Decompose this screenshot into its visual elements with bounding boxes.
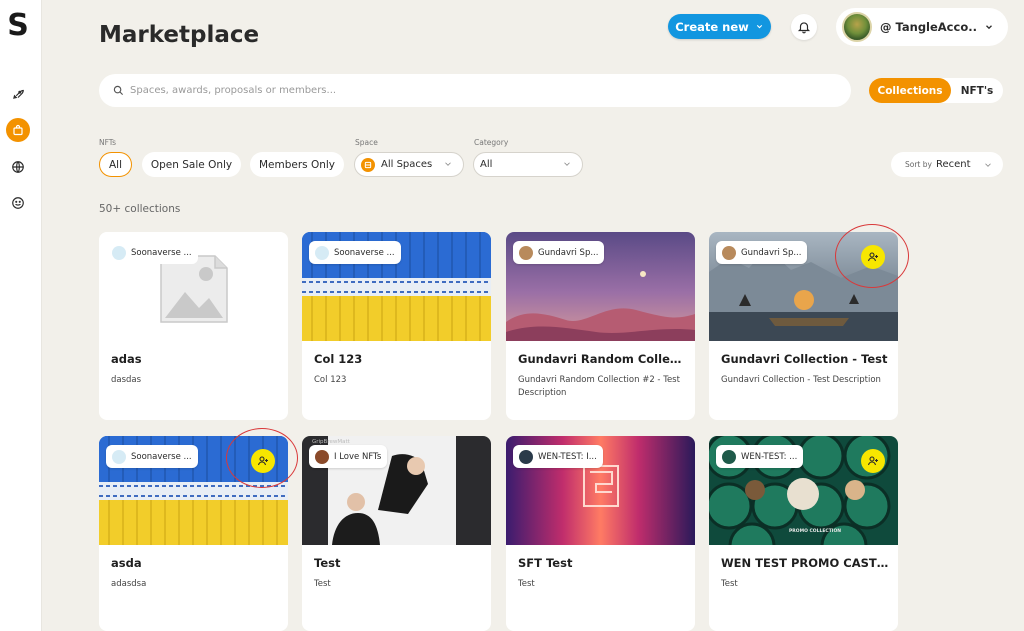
space-avatar (519, 245, 533, 260)
category-value: All (480, 159, 493, 170)
chevron-down-icon (756, 24, 762, 29)
collection-title: SFT Test (518, 556, 573, 570)
collection-title: Gundavri Random Collecti... (518, 352, 688, 366)
avatar (842, 12, 872, 42)
space-avatar (722, 449, 736, 464)
collection-description: Col 123 (314, 375, 347, 385)
collection-card[interactable]: WEN-TEST: I... SFT Test Test (506, 436, 695, 631)
space-value: All Spaces (381, 159, 433, 170)
space-tag[interactable]: Soonaverse ... (106, 241, 198, 264)
nfts-filter-label: NFTs (99, 138, 117, 147)
space-name: Soonaverse ... (131, 247, 192, 258)
sort-prefix: Sort by (905, 160, 932, 169)
collection-title: asda (111, 556, 142, 570)
search-input[interactable]: Spaces, awards, proposals or members... (130, 85, 336, 96)
collection-description: Gundavri Random Collection #2 - Test Des… (518, 375, 680, 398)
collection-card[interactable]: Soonaverse ... adas dasdas (99, 232, 288, 420)
sort-value: Recent (935, 159, 971, 170)
account-name: @ TangleAcco... (880, 20, 976, 34)
notifications-button[interactable] (791, 14, 817, 40)
space-avatar (722, 245, 736, 260)
space-name: WEN-TEST: ... (741, 451, 798, 462)
results-count: 50+ collections (99, 203, 181, 215)
collection-title: WEN TEST PROMO CASTERS (721, 556, 891, 570)
chevron-down-icon (564, 162, 570, 166)
search-icon (113, 85, 124, 96)
sort-dropdown[interactable]: Sort by Recent (891, 152, 1003, 177)
collection-title: Col 123 (314, 352, 363, 366)
bag-icon[interactable] (6, 118, 30, 142)
promo-overlay-text: PROMO COLLECTION (789, 529, 842, 534)
collection-card[interactable]: Soonaverse ... Col 123 Col 123 (302, 232, 491, 420)
space-name: Gundavri Sp... (741, 247, 802, 258)
space-tag[interactable]: Soonaverse ... (309, 241, 401, 264)
collection-title: adas (111, 352, 142, 366)
highlight-ring (226, 428, 298, 488)
collection-description: Gundavri Collection - Test Description (721, 375, 881, 385)
chevron-down-icon (985, 162, 991, 167)
space-tag[interactable]: WEN-TEST: ... (716, 445, 804, 468)
collection-description: dasdas (111, 375, 142, 385)
category-filter-label: Category (474, 138, 509, 147)
collection-description: Test (518, 579, 535, 589)
bell-icon (797, 22, 811, 34)
page-title: Marketplace (99, 22, 260, 48)
space-avatar (315, 245, 329, 260)
filter-open-sale-chip[interactable]: Open Sale Only (142, 152, 241, 177)
globe-icon[interactable] (6, 155, 30, 179)
collection-title: Test (314, 556, 341, 570)
collection-description: Test (314, 579, 331, 589)
view-toggle: Collections NFT's (869, 78, 1003, 103)
space-tag[interactable]: Soonaverse ... (106, 445, 198, 468)
space-tag[interactable]: WEN-TEST: I... (513, 445, 603, 468)
collection-description: Test (721, 579, 738, 589)
space-avatar (112, 245, 126, 260)
tab-nfts[interactable]: NFT's (951, 85, 1003, 97)
tab-collections[interactable]: Collections (869, 78, 951, 103)
rocket-icon[interactable] (6, 82, 30, 106)
search-bar[interactable]: Spaces, awards, proposals or members... (99, 74, 851, 107)
filter-members-only-chip[interactable]: Members Only (250, 152, 344, 177)
space-dropdown[interactable]: All Spaces (354, 152, 464, 177)
smile-icon[interactable] (6, 191, 30, 215)
space-tag[interactable]: Gundavri Sp... (513, 241, 605, 264)
space-tag[interactable]: I Love NFTs (309, 445, 388, 468)
create-new-label: Create new (675, 19, 749, 34)
space-avatar (315, 449, 329, 464)
chevron-down-icon (445, 162, 451, 166)
space-avatar (112, 449, 126, 464)
collection-card[interactable]: Gundavri Sp... Gundavri Random Collecti.… (506, 232, 695, 420)
user-plus-icon (867, 456, 878, 466)
space-name: Soonaverse ... (131, 451, 192, 462)
space-tag[interactable]: Gundavri Sp... (716, 241, 808, 264)
category-dropdown[interactable]: All (473, 152, 583, 177)
collection-card[interactable]: PROMO COLLECTION WEN-TEST: ... WEN TEST … (709, 436, 898, 631)
collection-title: Gundavri Collection - Test (721, 352, 888, 366)
join-space-button[interactable] (861, 449, 885, 473)
sidebar: S (0, 0, 42, 631)
account-menu[interactable]: @ TangleAcco... (836, 8, 1008, 46)
chevron-down-icon (986, 25, 992, 30)
space-name: Gundavri Sp... (538, 247, 599, 258)
collection-card[interactable]: GripBrewMatt I Love NFTs Test Test (302, 436, 491, 631)
collection-description: adasdsa (111, 579, 147, 589)
space-name: Soonaverse ... (334, 247, 395, 258)
space-name: WEN-TEST: I... (538, 451, 597, 462)
space-icon (361, 157, 375, 172)
space-avatar (519, 449, 533, 464)
highlight-ring (835, 224, 909, 288)
create-new-button[interactable]: Create new (668, 14, 771, 39)
space-name: I Love NFTs (334, 451, 382, 462)
space-filter-label: Space (355, 138, 378, 147)
filter-all-chip[interactable]: All (99, 152, 132, 177)
app-logo[interactable]: S (6, 11, 30, 41)
